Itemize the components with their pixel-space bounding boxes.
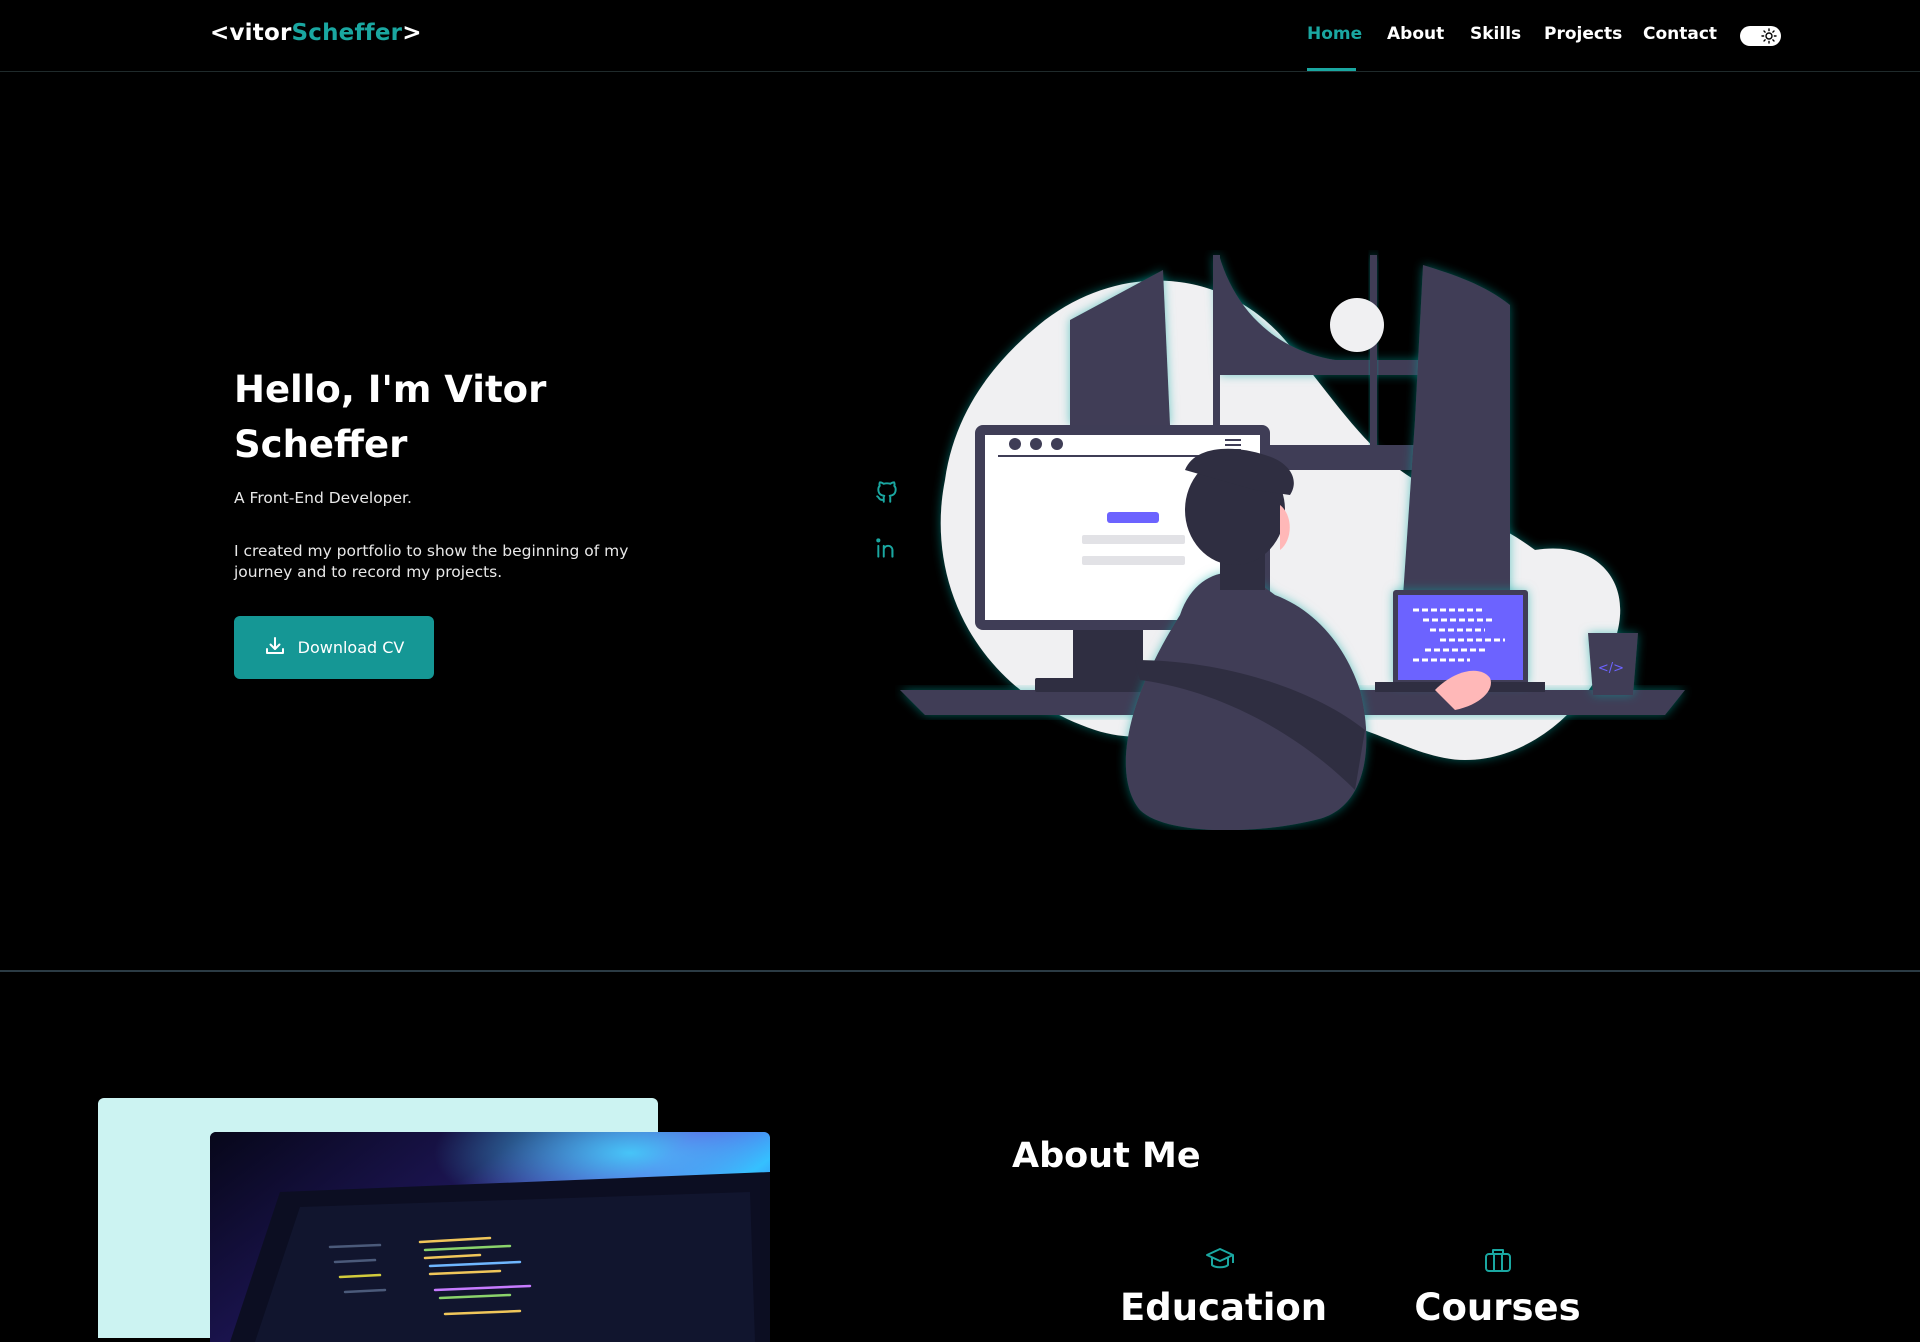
nav-home[interactable]: Home bbox=[1307, 24, 1362, 44]
nav-contact[interactable]: Contact bbox=[1643, 24, 1717, 44]
logo-prefix: <vitor bbox=[210, 20, 292, 46]
courses-card[interactable]: Courses bbox=[1405, 1246, 1590, 1329]
site-header: <vitorScheffer> Home About Skills Projec… bbox=[0, 0, 1920, 72]
nav-about[interactable]: About bbox=[1387, 24, 1444, 44]
about-title: About Me bbox=[1012, 1136, 1201, 1176]
hero-subtitle: A Front-End Developer. bbox=[234, 489, 412, 507]
education-card[interactable]: Education bbox=[1120, 1246, 1328, 1329]
nav-skills[interactable]: Skills bbox=[1470, 24, 1521, 44]
hero-title: Hello, I'm Vitor Scheffer bbox=[234, 368, 547, 466]
svg-text:</>: </> bbox=[1598, 661, 1624, 676]
graduation-cap-icon bbox=[1205, 1248, 1235, 1278]
logo-accent: Scheffer bbox=[291, 20, 403, 46]
nav-projects[interactable]: Projects bbox=[1544, 24, 1622, 44]
education-label: Education bbox=[1120, 1286, 1328, 1329]
about-photo bbox=[210, 1132, 770, 1342]
nav-active-indicator bbox=[1307, 68, 1356, 71]
courses-label: Courses bbox=[1414, 1286, 1581, 1329]
download-cv-label: Download CV bbox=[297, 638, 405, 657]
download-icon bbox=[264, 635, 286, 661]
download-cv-button[interactable]: Download CV bbox=[234, 616, 434, 679]
logo[interactable]: <vitorScheffer> bbox=[210, 20, 422, 46]
logo-suffix: > bbox=[402, 20, 422, 46]
developer-illustration: </> bbox=[895, 250, 1695, 834]
theme-toggle[interactable] bbox=[1740, 26, 1781, 46]
briefcase-icon bbox=[1483, 1249, 1513, 1278]
hero-description: I created my portfolio to show the begin… bbox=[234, 542, 629, 581]
section-divider bbox=[0, 970, 1920, 972]
